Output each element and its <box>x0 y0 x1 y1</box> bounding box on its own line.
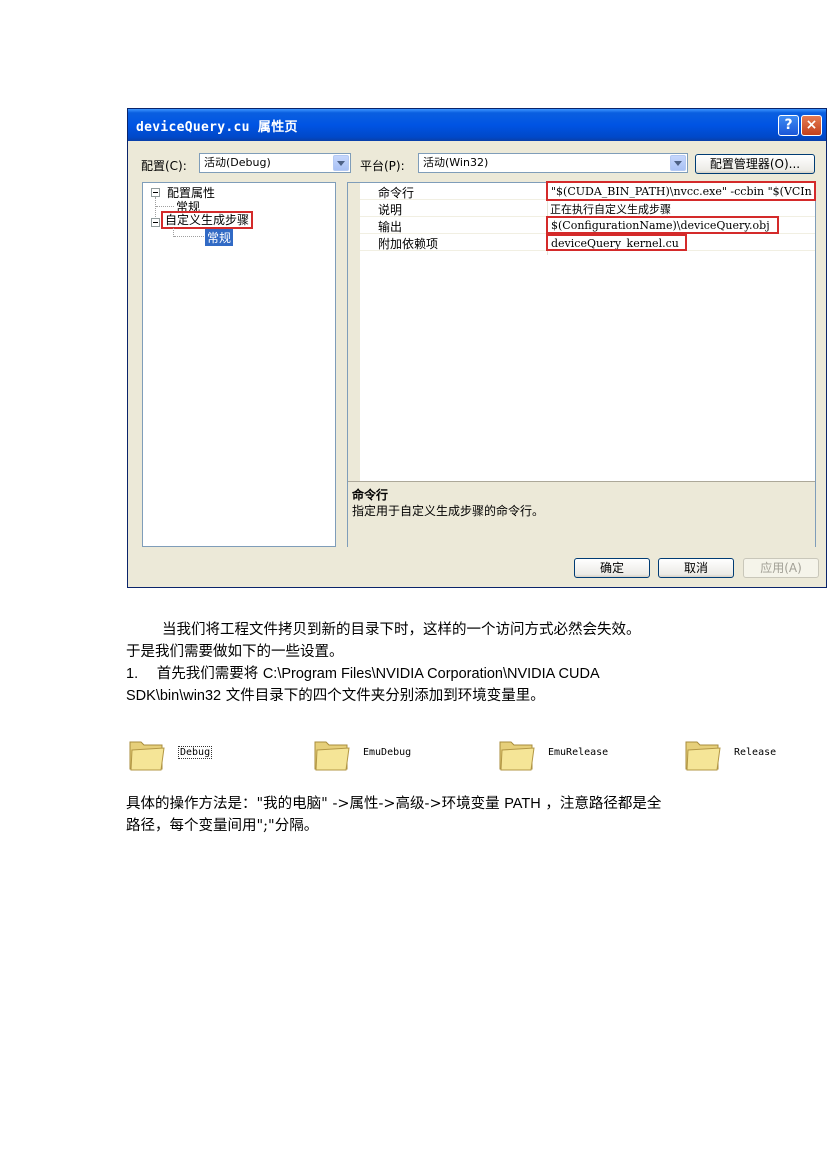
platform-select-value: 活动(Win32) <box>423 156 489 169</box>
folder-item[interactable]: EmuRelease <box>498 736 608 776</box>
property-row-additional-dependencies[interactable]: 附加依赖项 deviceQuery_kernel.cu <box>360 234 815 251</box>
cuda-path-continued: SDK\bin\win32 <box>126 688 222 704</box>
folder-item[interactable]: EmuDebug <box>313 736 411 776</box>
grid-gutter <box>348 183 360 481</box>
cancel-button[interactable]: 取消 <box>658 558 734 578</box>
tree-item-custom-build-general[interactable]: 常规 <box>205 229 234 246</box>
property-value[interactable]: 正在执行自定义生成步骤 <box>550 201 671 217</box>
paragraph-2-text: 首先我们需要将 <box>156 666 259 682</box>
paragraph-3-text: 具体的操作方法是："我的电脑" ->属性->高级->环境变量 <box>126 796 500 812</box>
property-row-outputs[interactable]: 输出 $(ConfigurationName)\deviceQuery.obj <box>360 216 815 234</box>
config-manager-button[interactable]: 配置管理器(O)... <box>695 154 815 174</box>
paragraph-1-line-2: 于是我们需要做如下的一些设置。 <box>126 644 344 660</box>
paragraph-3-line-2: 路径，每个变量间用";"分隔。 <box>126 818 319 834</box>
config-select-value: 活动(Debug) <box>204 156 271 169</box>
chevron-down-icon[interactable] <box>333 155 349 171</box>
property-value[interactable]: $(ConfigurationName)\deviceQuery.obj <box>546 216 779 234</box>
folder-icon <box>685 741 721 771</box>
collapse-icon[interactable] <box>151 188 160 197</box>
property-value[interactable]: "$(CUDA_BIN_PATH)\nvcc.exe" -ccbin "$(VC… <box>546 181 816 201</box>
property-grid: 命令行 "$(CUDA_BIN_PATH)\nvcc.exe" -ccbin "… <box>347 181 816 547</box>
paragraph-3-line-1: 具体的操作方法是："我的电脑" ->属性->高级->环境变量 PATH ，注意路… <box>126 794 661 814</box>
dialog-titlebar[interactable]: deviceQuery.cu 属性页 ? × <box>128 109 826 141</box>
folder-label: Debug <box>178 746 213 759</box>
folder-icon <box>129 741 165 771</box>
dialog-title: deviceQuery.cu 属性页 <box>136 120 298 135</box>
property-tree: 配置属性 常规 自定义生成步骤 常规 <box>142 182 336 547</box>
paragraph-2-text-continued: 文件目录下的四个文件夹分别添加到环境变量里。 <box>225 688 545 704</box>
folder-item[interactable]: Release <box>684 736 776 776</box>
folder-label: EmuDebug <box>363 747 412 758</box>
ok-button[interactable]: 确定 <box>574 558 650 578</box>
tree-line <box>156 206 174 207</box>
help-button[interactable]: ? <box>778 115 799 136</box>
config-label: 配置(C): <box>141 159 187 173</box>
property-row-description[interactable]: 说明 正在执行自定义生成步骤 <box>360 200 815 217</box>
paragraph-2-line-2: SDK\bin\win32 文件目录下的四个文件夹分别添加到环境变量里。 <box>126 686 545 706</box>
folder-label: Release <box>734 747 777 758</box>
paragraph-1-line-1: 当我们将工程文件拷贝到新的目录下时，这样的一个访问方式必然会失效。 <box>162 622 641 638</box>
property-name: 命令行 <box>378 186 415 200</box>
description-text: 指定用于自定义生成步骤的命令行。 <box>352 504 545 518</box>
close-button[interactable]: × <box>801 115 822 136</box>
tree-line <box>174 236 204 237</box>
platform-label: 平台(P): <box>360 159 405 173</box>
folder-label: EmuRelease <box>548 747 609 758</box>
paragraph-3-text-b: ，注意路径都是全 <box>545 796 662 812</box>
properties-dialog: deviceQuery.cu 属性页 ? × 配置(C): 活动(Debug) … <box>127 108 827 588</box>
description-panel: 命令行 指定用于自定义生成步骤的命令行。 <box>348 481 815 547</box>
property-row-command-line[interactable]: 命令行 "$(CUDA_BIN_PATH)\nvcc.exe" -ccbin "… <box>360 181 816 201</box>
path-keyword: PATH <box>504 796 541 812</box>
folder-icon <box>499 741 535 771</box>
folder-list: Debug EmuDebug EmuRelease Release <box>128 736 827 780</box>
property-name: 附加依赖项 <box>378 237 439 251</box>
cuda-path: C:\Program Files\NVIDIA Corporation\NVID… <box>262 666 600 682</box>
paragraph-2-line-1: 1. 首先我们需要将 C:\Program Files\NVIDIA Corpo… <box>126 664 600 684</box>
folder-item[interactable]: Debug <box>128 736 213 776</box>
chevron-down-icon[interactable] <box>670 155 686 171</box>
apply-button[interactable]: 应用(A) <box>743 558 819 578</box>
property-name: 说明 <box>378 203 403 217</box>
tree-item-custom-build-step[interactable]: 自定义生成步骤 <box>161 211 254 229</box>
description-title: 命令行 <box>352 488 389 502</box>
platform-select[interactable]: 活动(Win32) <box>418 153 688 173</box>
folder-icon <box>314 741 350 771</box>
config-select[interactable]: 活动(Debug) <box>199 153 351 173</box>
property-value[interactable]: deviceQuery_kernel.cu <box>546 234 687 251</box>
list-number: 1. <box>126 666 139 682</box>
property-name: 输出 <box>378 220 403 234</box>
collapse-icon[interactable] <box>151 218 160 227</box>
